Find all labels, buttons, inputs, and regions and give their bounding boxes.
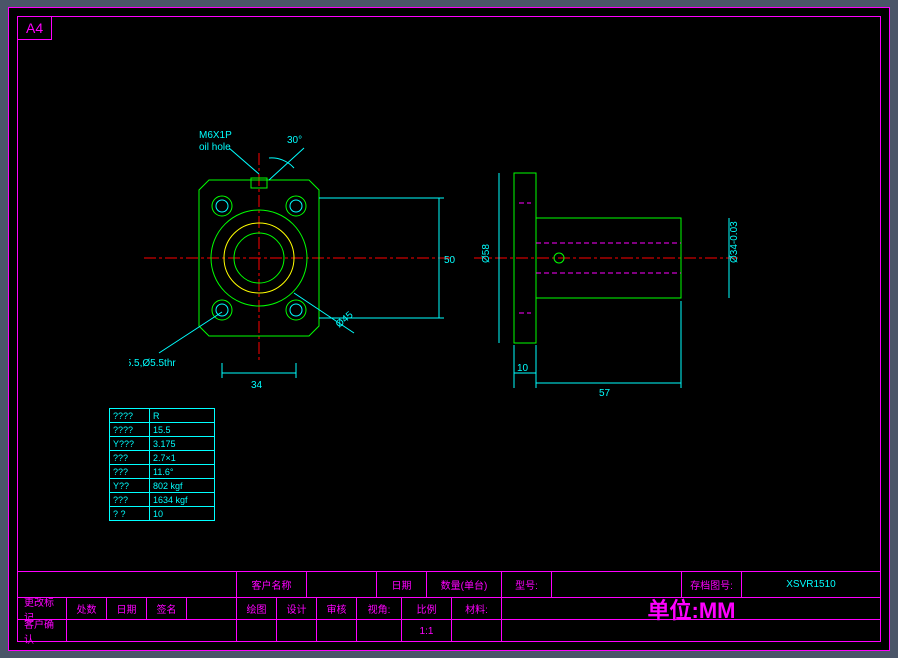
spec-row: ????R [110,409,215,423]
location-label: 处数 [67,598,107,619]
check-label: 审核 [317,598,357,619]
material-label: 材料: [452,598,502,619]
side-view: Ø58 Ø34-0.03 10 57 [469,113,789,413]
oil-hole-label-1: M6X1P [199,130,232,141]
dim-50: 50 [444,255,456,266]
spec-row: ???11.6° [110,465,215,479]
dim-57: 57 [599,388,611,399]
scale-label: 比例 [402,598,452,619]
scale-value: 1:1 [402,620,452,642]
design-label: 设计 [277,598,317,619]
cust-confirm-label: 客户确认 [17,620,67,642]
spec-table: ????R????15.5Y???3.175???2.7×1???11.6°Y?… [109,408,215,521]
date-label: 日期 [377,572,427,597]
title-block: 客户名称 日期 数量(单台) 型号: 存档图号: XSVR1510 更改标记 处… [17,571,881,642]
sheet-size-label: A4 [17,16,52,40]
hole-spec: 6-Ø9.5dp5.5,Ø5.5thr [129,358,176,369]
model-label: 型号: [502,572,552,597]
qty-label: 数量(单台) [427,572,502,597]
oil-hole-label-2: oil hole [199,142,231,153]
dim-10: 10 [517,363,529,374]
dia-58: Ø58 [481,244,492,263]
customer-label: 客户名称 [237,572,307,597]
dia-34: Ø34-0.03 [729,221,740,263]
signature-label: 签名 [147,598,187,619]
spec-row: ???2.7×1 [110,451,215,465]
spec-row: ???1634 kgf [110,493,215,507]
drawn-label: 绘图 [237,598,277,619]
spec-row: Y??802 kgf [110,479,215,493]
spec-row: Y???3.175 [110,437,215,451]
dim-34: 34 [251,380,263,391]
drawing-sheet: A4 [8,7,890,651]
part-number: XSVR1510 [742,572,881,597]
view-label: 视角: [357,598,402,619]
spec-row: ????15.5 [110,423,215,437]
angle-label: 30° [287,135,302,146]
spec-row: ? ?10 [110,507,215,521]
rev-date-label: 日期 [107,598,147,619]
